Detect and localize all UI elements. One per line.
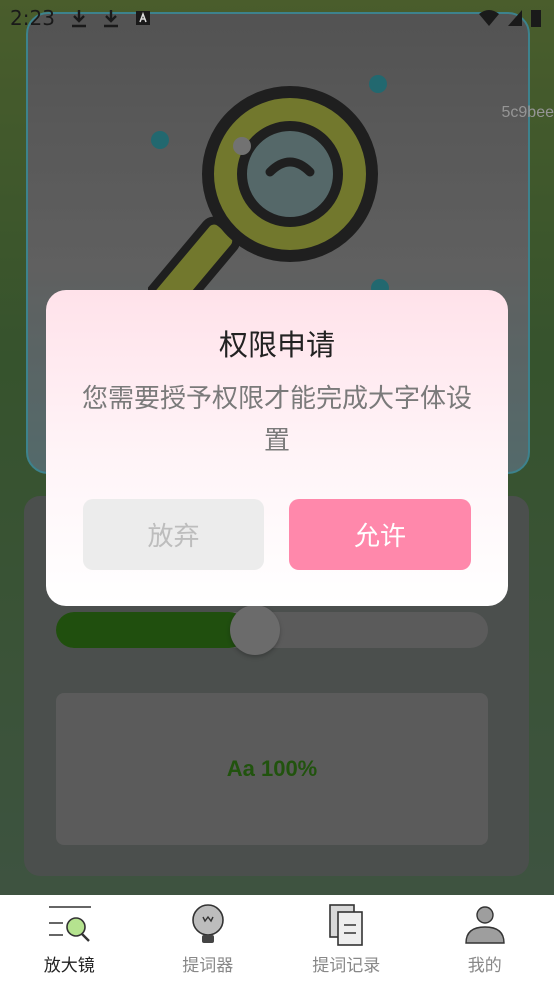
dialog-title: 权限申请 <box>218 328 335 362</box>
signal-icon <box>508 10 522 26</box>
document-icon <box>329 904 364 946</box>
nav-label: 我的 <box>467 956 502 976</box>
magnifier-icon <box>49 906 92 942</box>
download-icon <box>104 10 118 28</box>
font-app-icon <box>136 11 150 25</box>
nav-item-magnifier[interactable]: 放大镜 <box>0 895 139 984</box>
wifi-icon <box>479 10 499 26</box>
nav-item-teleprompter[interactable]: 提词器 <box>139 895 278 984</box>
dialog-message: 您需要授予权限才能完成大字体设置 <box>81 384 472 456</box>
bulb-icon <box>191 904 224 943</box>
nav-item-profile[interactable]: 我的 <box>416 895 554 984</box>
permission-dialog: 权限申请 您需要授予权限才能完成大字体设置 放弃 允许 <box>46 290 508 606</box>
nav-label: 放大镜 <box>43 956 95 976</box>
bottom-nav: 放大镜 提词器 提词记录 我的 <box>0 895 554 984</box>
battery-icon <box>531 10 541 27</box>
status-bar: 2:23 <box>0 0 554 36</box>
status-time: 2:23 <box>10 6 55 30</box>
nav-label: 提词器 <box>182 956 234 976</box>
download-icon <box>72 10 86 28</box>
nav-label: 提词记录 <box>312 956 381 976</box>
nav-item-records[interactable]: 提词记录 <box>277 895 416 984</box>
person-icon <box>465 906 505 944</box>
cancel-button[interactable]: 放弃 <box>83 499 264 570</box>
allow-button[interactable]: 允许 <box>289 499 471 570</box>
